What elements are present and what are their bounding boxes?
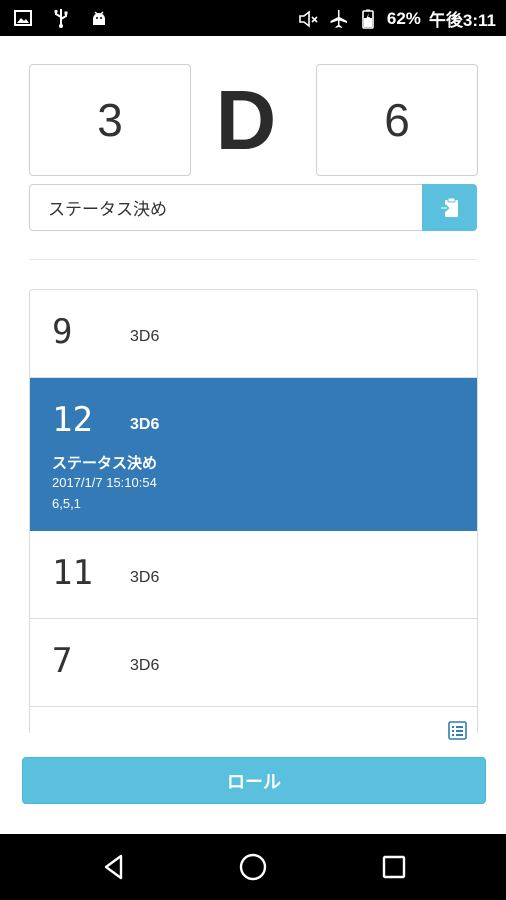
roll-button[interactable]: ロール <box>22 757 486 804</box>
airplane-mode-icon <box>330 9 347 28</box>
history-total: 9 <box>52 312 73 352</box>
clipboard-icon <box>440 197 458 217</box>
roll-history-list[interactable]: 9 3D6 12 3D6 ステータス決め 2017/1/7 15:10:54 6… <box>29 289 478 733</box>
back-button[interactable] <box>94 851 134 883</box>
history-expression: 3D6 <box>130 657 160 674</box>
paste-button[interactable] <box>422 184 477 231</box>
history-item[interactable]: 9 3D6 <box>30 290 477 378</box>
home-icon <box>239 853 267 881</box>
mute-icon <box>299 9 318 28</box>
back-icon <box>104 854 123 880</box>
roll-label-input[interactable]: ステータス決め <box>29 184 422 231</box>
recents-button[interactable] <box>374 851 414 883</box>
history-timestamp: 2017/1/7 15:10:54 <box>52 475 157 490</box>
history-item[interactable]: 11 3D6 <box>30 531 477 619</box>
dice-sides-input[interactable]: 6 <box>316 64 478 176</box>
usb-icon <box>54 9 68 28</box>
history-expression: 3D6 <box>130 569 160 586</box>
image-icon <box>14 10 32 26</box>
dice-count-input[interactable]: 3 <box>29 64 191 176</box>
history-total: 11 <box>52 553 93 593</box>
status-bar: 62% 午後3:11 <box>0 0 506 36</box>
list-view-icon[interactable] <box>448 721 467 740</box>
home-button[interactable] <box>233 851 273 883</box>
navigation-bar <box>0 834 506 900</box>
history-expression: 3D6 <box>130 328 160 345</box>
label-input-group: ステータス決め <box>29 184 477 231</box>
history-item-selected[interactable]: 12 3D6 ステータス決め 2017/1/7 15:10:54 6,5,1 <box>30 378 477 531</box>
dice-separator: D <box>215 72 277 167</box>
recents-icon <box>382 855 406 879</box>
battery-percent: 62% <box>386 8 421 28</box>
history-total: 12 <box>52 400 93 440</box>
history-expression: 3D6 <box>130 416 160 433</box>
history-total: 7 <box>52 641 73 681</box>
status-notifications <box>12 7 110 29</box>
status-system: 62% 午後3:11 <box>297 6 496 31</box>
battery-charging-icon <box>362 9 374 29</box>
android-debug-icon <box>93 11 105 25</box>
divider <box>29 259 477 260</box>
history-item[interactable]: 7 3D6 <box>30 619 477 707</box>
history-rolls: 6,5,1 <box>52 496 81 511</box>
clock: 午後3:11 <box>428 11 496 30</box>
history-label: ステータス決め <box>52 455 158 472</box>
